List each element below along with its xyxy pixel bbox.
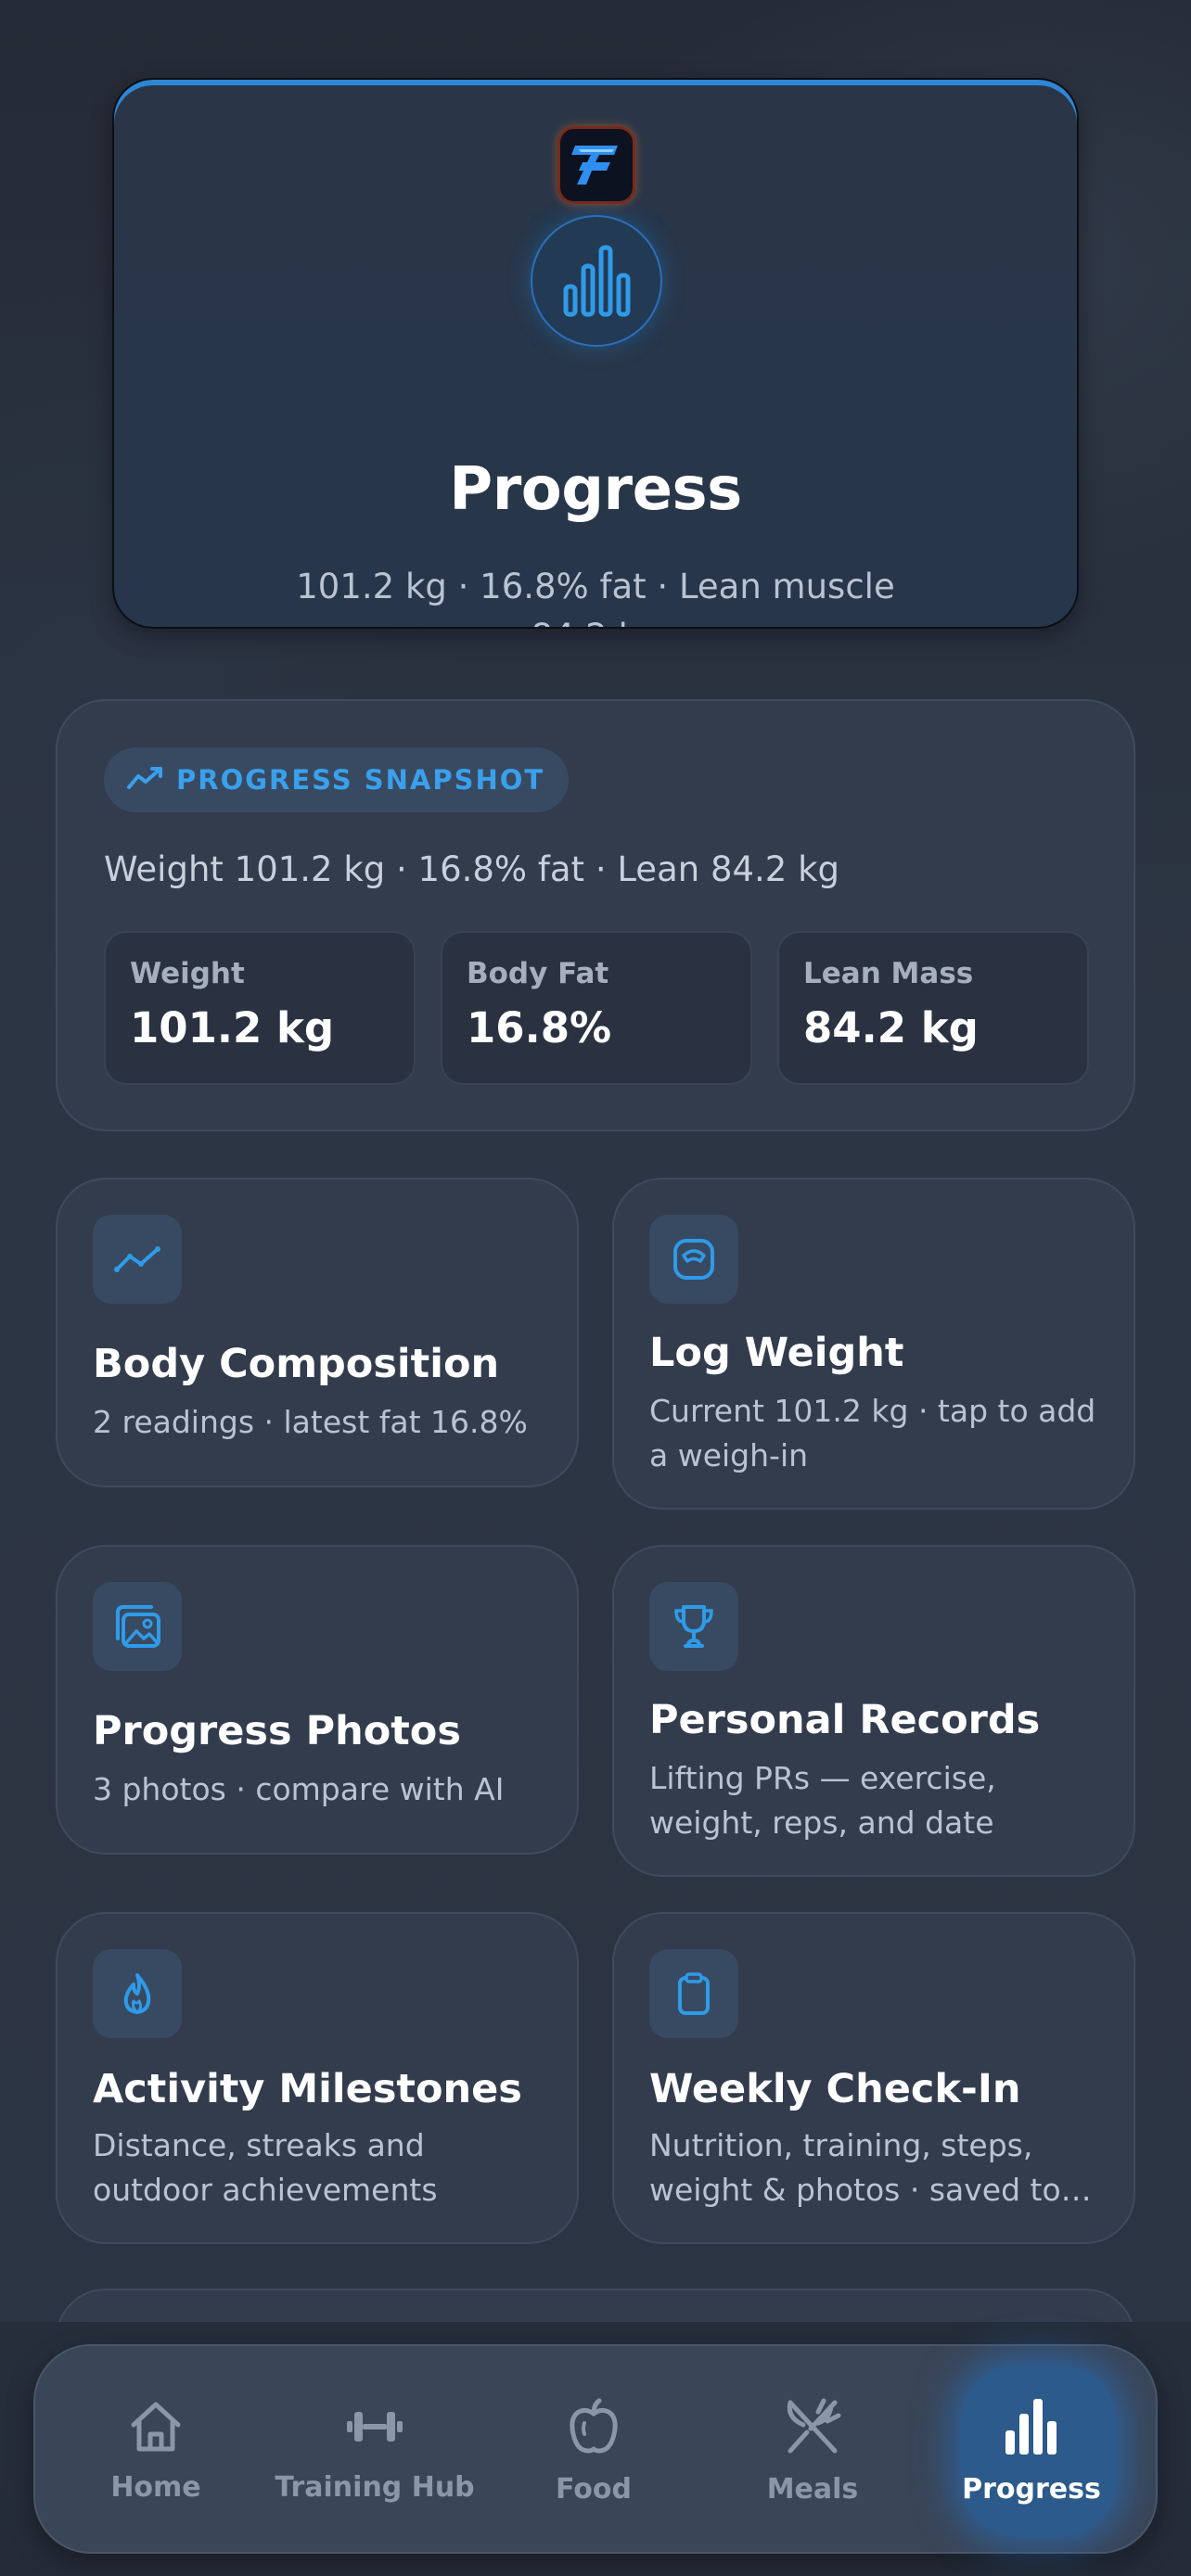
stat-lean-mass: Lean Mass 84.2 kg — [777, 931, 1089, 1085]
progress-hero-card: Progress 101.2 kg · 16.8% fat · Lean mus… — [112, 78, 1079, 629]
progress-snapshot-card[interactable]: PROGRESS SNAPSHOT Weight 101.2 kg · 16.8… — [56, 699, 1135, 1131]
snapshot-badge-label: PROGRESS SNAPSHOT — [176, 764, 545, 796]
tile-title: Log Weight — [649, 1330, 904, 1376]
nav-label: Home — [110, 2470, 201, 2504]
apple-icon — [566, 2397, 621, 2460]
clipboard-icon — [649, 1949, 738, 2038]
bar-chart-icon — [531, 215, 662, 347]
hero-icon-box — [530, 214, 663, 348]
stat-label: Lean Mass — [803, 957, 974, 990]
photos-icon — [93, 1582, 182, 1671]
page-subtitle: 101.2 kg · 16.8% fat · Lean muscle 84.2 … — [296, 567, 895, 627]
trophy-icon — [649, 1582, 738, 1671]
progress-screen: Progress 101.2 kg · 16.8% fat · Lean mus… — [0, 0, 1191, 2576]
tile-progress-photos[interactable]: Progress Photos 3 photos · compare with … — [56, 1545, 579, 1855]
tile-title: Progress Photos — [93, 1708, 461, 1754]
nav-label: Meals — [766, 2472, 859, 2506]
stat-value: 84.2 kg — [803, 1003, 979, 1052]
tile-activity-milestones[interactable]: Activity Milestones Distance, streaks an… — [56, 1912, 579, 2244]
bar-chart-icon — [1002, 2397, 1061, 2460]
tile-desc: Lifting PRs — exercise, weight, reps, an… — [649, 1760, 996, 1841]
nav-progress[interactable]: Progress — [929, 2346, 1133, 2556]
tile-desc: Nutrition, training, steps, weight & pho… — [649, 2127, 1061, 2208]
nav-home[interactable]: Home — [54, 2346, 258, 2556]
nav-meals[interactable]: Meals — [711, 2346, 915, 2556]
home-icon — [126, 2399, 186, 2458]
tile-log-weight[interactable]: Log Weight Current 101.2 kg · tap to add… — [612, 1178, 1135, 1510]
tile-desc: Distance, streaks and outdoor achievemen… — [93, 2127, 438, 2208]
nav-label: Progress — [962, 2472, 1101, 2506]
stat-body-fat: Body Fat 16.8% — [441, 931, 752, 1085]
bottom-nav: Home Training Hub Food Meals Progress — [33, 2344, 1158, 2554]
stat-label: Body Fat — [467, 957, 609, 990]
tile-desc: 2 readings · latest fat 16.8% — [93, 1404, 528, 1440]
scale-icon — [649, 1215, 738, 1304]
nav-label: Training Hub — [275, 2470, 475, 2504]
nav-food[interactable]: Food — [492, 2346, 696, 2556]
stat-value: 101.2 kg — [130, 1003, 335, 1052]
nav-label: Food — [556, 2472, 632, 2506]
tile-desc: Current 101.2 kg · tap to add a weigh-in — [649, 1393, 1096, 1473]
stat-value: 16.8% — [467, 1003, 612, 1052]
nav-training-hub[interactable]: Training Hub — [273, 2346, 477, 2556]
snapshot-summary: Weight 101.2 kg · 16.8% fat · Lean 84.2 … — [104, 849, 840, 889]
dumbbell-icon — [343, 2399, 406, 2458]
tile-title: Activity Milestones — [93, 2066, 522, 2112]
tile-desc: 3 photos · compare with AI — [93, 1771, 505, 1807]
tile-weekly-check-in[interactable]: Weekly Check-In Nutrition, training, ste… — [612, 1912, 1135, 2244]
tile-body-composition[interactable]: Body Composition 2 readings · latest fat… — [56, 1178, 579, 1487]
stat-label: Weight — [130, 957, 245, 990]
flame-icon — [93, 1949, 182, 2038]
stat-weight: Weight 101.2 kg — [104, 931, 416, 1085]
tile-title: Weekly Check-In — [649, 2066, 1021, 2112]
page-title: Progress — [449, 455, 742, 524]
app-logo-icon — [557, 126, 635, 204]
tile-personal-records[interactable]: Personal Records Lifting PRs — exercise,… — [612, 1545, 1135, 1877]
snapshot-badge: PROGRESS SNAPSHOT — [104, 747, 570, 812]
tile-title: Body Composition — [93, 1341, 500, 1387]
trend-line-icon — [93, 1215, 182, 1304]
tile-title: Personal Records — [649, 1697, 1041, 1743]
fork-knife-icon — [783, 2397, 842, 2460]
trend-line-icon — [126, 765, 163, 795]
